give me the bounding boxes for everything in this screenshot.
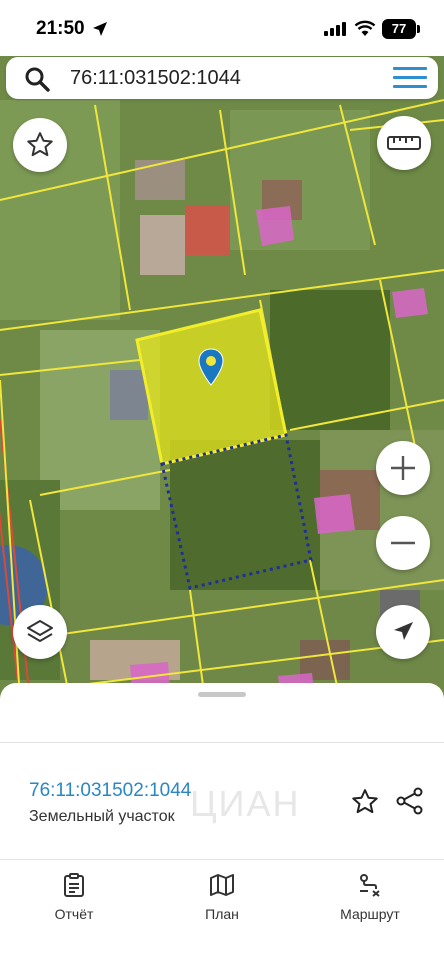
bottom-tab-bar: Отчёт План Маршрут	[0, 860, 444, 960]
plus-icon	[391, 456, 415, 480]
tab-report[interactable]: Отчёт	[19, 872, 129, 922]
tab-label: План	[205, 906, 239, 922]
status-bar: 21:50 77	[0, 0, 444, 56]
favorite-button[interactable]	[350, 787, 380, 822]
share-button[interactable]	[396, 787, 424, 820]
star-icon	[352, 789, 378, 814]
star-icon	[27, 132, 53, 157]
zoom-out-button[interactable]	[376, 516, 430, 570]
report-icon	[64, 873, 84, 897]
route-icon	[360, 874, 380, 897]
hamburger-icon	[393, 67, 427, 70]
search-icon[interactable]	[24, 66, 50, 92]
layers-icon	[27, 620, 53, 642]
cellular-signal-icon	[324, 22, 346, 36]
tab-route[interactable]: Маршрут	[315, 872, 425, 922]
bottom-sheet[interactable]: ЦИАН 76:11:031502:1044 Земельный участок	[0, 683, 444, 960]
menu-button[interactable]	[393, 67, 427, 91]
map-plan-icon	[210, 874, 234, 896]
location-pin-icon[interactable]	[198, 348, 224, 386]
map-view[interactable]	[0, 0, 444, 700]
share-icon	[396, 787, 423, 815]
measure-button[interactable]	[377, 116, 431, 170]
parcel-type: Земельный участок	[29, 808, 175, 825]
zoom-in-button[interactable]	[376, 441, 430, 495]
battery-indicator: 77	[382, 19, 420, 39]
navigation-arrow-icon	[394, 622, 413, 640]
search-bar[interactable]: 76:11:031502:1044	[6, 57, 438, 99]
my-location-button[interactable]	[376, 605, 430, 659]
ruler-icon	[387, 136, 421, 150]
wifi-icon	[354, 20, 376, 36]
minus-icon	[391, 541, 415, 545]
location-arrow-icon	[93, 22, 107, 36]
tab-label: Отчёт	[54, 906, 94, 922]
search-input[interactable]: 76:11:031502:1044	[70, 67, 241, 90]
selected-parcel	[135, 308, 288, 466]
watermark: ЦИАН	[190, 783, 301, 824]
layers-button[interactable]	[13, 605, 67, 659]
status-time: 21:50	[36, 18, 85, 39]
favorite-map-button[interactable]	[13, 118, 67, 172]
tab-label: Маршрут	[340, 906, 400, 922]
cadastral-number[interactable]: 76:11:031502:1044	[29, 780, 191, 802]
tab-plan[interactable]: План	[167, 872, 277, 922]
divider	[0, 742, 444, 743]
sheet-drag-handle[interactable]	[198, 692, 246, 697]
